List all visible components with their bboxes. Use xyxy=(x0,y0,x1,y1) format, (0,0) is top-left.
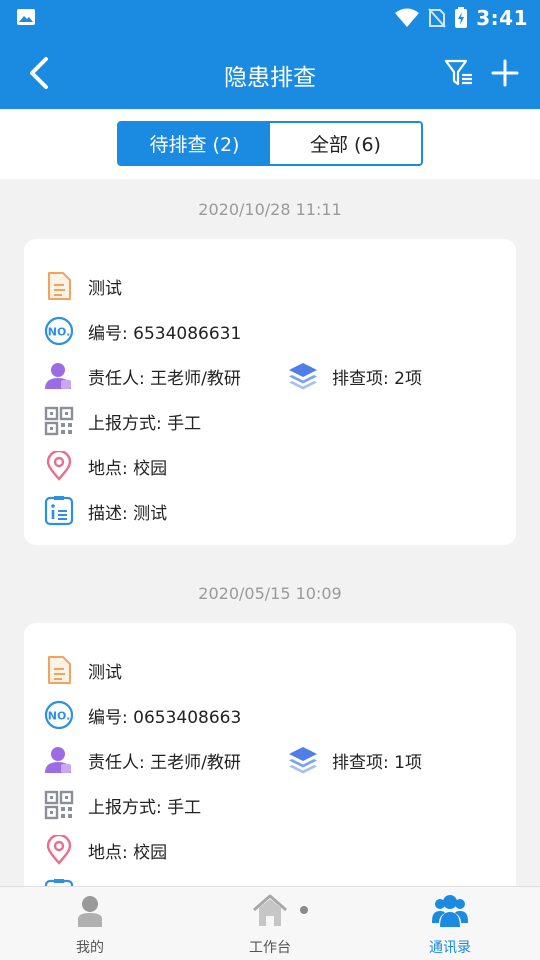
tab-contacts[interactable]: 通讯录 xyxy=(360,887,540,960)
pager-dot xyxy=(300,906,308,914)
layers-icon xyxy=(289,747,317,774)
tab-mine[interactable]: 我的 xyxy=(0,887,180,960)
record-title: 测试 xyxy=(88,278,122,299)
number-badge-icon: NO. xyxy=(44,316,74,346)
record-title-row: 测试 xyxy=(44,655,122,685)
filter-icon[interactable] xyxy=(444,58,474,88)
svg-text:NO.: NO. xyxy=(48,710,71,723)
record-items: 排查项: 1项 xyxy=(332,752,422,773)
nav-bar: 隐患排查 xyxy=(0,36,540,109)
tab-workbench-label: 工作台 xyxy=(249,940,291,956)
tab-all[interactable]: 全部 (6) xyxy=(270,123,421,164)
person-icon xyxy=(45,363,71,389)
record-report-row: 上报方式: 手工 xyxy=(44,406,201,436)
gallery-icon xyxy=(17,9,35,25)
record-title: 测试 xyxy=(88,662,122,683)
info-document-icon xyxy=(44,496,74,526)
person-icon xyxy=(78,896,102,927)
no-sim-icon xyxy=(428,8,446,28)
tab-pending[interactable]: 待排查 (2) xyxy=(119,123,270,164)
location-pin-icon xyxy=(46,835,72,865)
segment-bar: 待排查 (2) 全部 (6) xyxy=(0,109,540,179)
record-items-row: 排查项: 2项 xyxy=(288,361,422,391)
record-items-row: 排查项: 1项 xyxy=(288,745,422,775)
record-card[interactable]: 测试 NO. 编号: 0653408663 责任人: 王老师/教研 排查项: 1… xyxy=(24,623,516,886)
number-badge-icon: NO. xyxy=(44,700,74,730)
battery-icon xyxy=(455,7,468,28)
status-bar: 3:41 xyxy=(0,0,540,36)
record-number: 编号: 0653408663 xyxy=(88,707,242,728)
record-date: 2020/10/28 11:11 xyxy=(198,200,342,219)
clock: 3:41 xyxy=(476,6,528,30)
qr-code-icon xyxy=(44,790,74,820)
bottom-tab-bar: 我的 工作台 通讯录 xyxy=(0,886,540,960)
info-document-icon xyxy=(44,879,74,886)
record-card[interactable]: 测试 NO. 编号: 6534086631 责任人: 王老师/教研 排查项: 2… xyxy=(24,239,516,545)
record-person-row: 责任人: 王老师/教研 xyxy=(44,361,241,391)
record-report: 上报方式: 手工 xyxy=(88,413,202,434)
wifi-icon xyxy=(395,8,420,27)
contacts-icon xyxy=(432,895,468,927)
add-icon[interactable] xyxy=(490,58,520,88)
layers-icon xyxy=(289,363,317,390)
record-location: 地点: 校园 xyxy=(88,842,168,863)
record-person: 责任人: 王老师/教研 xyxy=(88,752,241,773)
record-location: 地点: 校园 xyxy=(88,458,168,479)
record-number: 编号: 6534086631 xyxy=(88,323,242,344)
document-icon xyxy=(48,272,71,300)
record-report: 上报方式: 手工 xyxy=(88,797,202,818)
record-report-row: 上报方式: 手工 xyxy=(44,790,201,820)
person-icon xyxy=(45,747,71,773)
record-location-row: 地点: 校园 xyxy=(44,451,167,481)
record-location-row: 地点: 校园 xyxy=(44,835,167,865)
tab-contacts-label: 通讯录 xyxy=(429,940,471,956)
record-items: 排查项: 2项 xyxy=(332,368,422,389)
qr-code-icon xyxy=(44,406,74,436)
home-icon xyxy=(253,894,287,926)
document-icon xyxy=(48,656,71,684)
location-pin-icon xyxy=(46,451,72,481)
svg-text:NO.: NO. xyxy=(48,326,71,339)
record-description-row: 描述: 测试 xyxy=(44,496,167,526)
tab-workbench[interactable]: 工作台 xyxy=(180,887,360,960)
record-number-row: NO. 编号: 0653408663 xyxy=(44,700,241,730)
record-title-row: 测试 xyxy=(44,271,122,301)
record-description: 描述: 测试 xyxy=(88,503,168,524)
record-person-row: 责任人: 王老师/教研 xyxy=(44,745,241,775)
segmented-control: 待排查 (2) 全部 (6) xyxy=(117,121,423,166)
record-date: 2020/05/15 10:09 xyxy=(198,584,342,603)
record-person: 责任人: 王老师/教研 xyxy=(88,368,241,389)
tab-mine-label: 我的 xyxy=(76,940,104,956)
record-number-row: NO. 编号: 6534086631 xyxy=(44,316,241,346)
